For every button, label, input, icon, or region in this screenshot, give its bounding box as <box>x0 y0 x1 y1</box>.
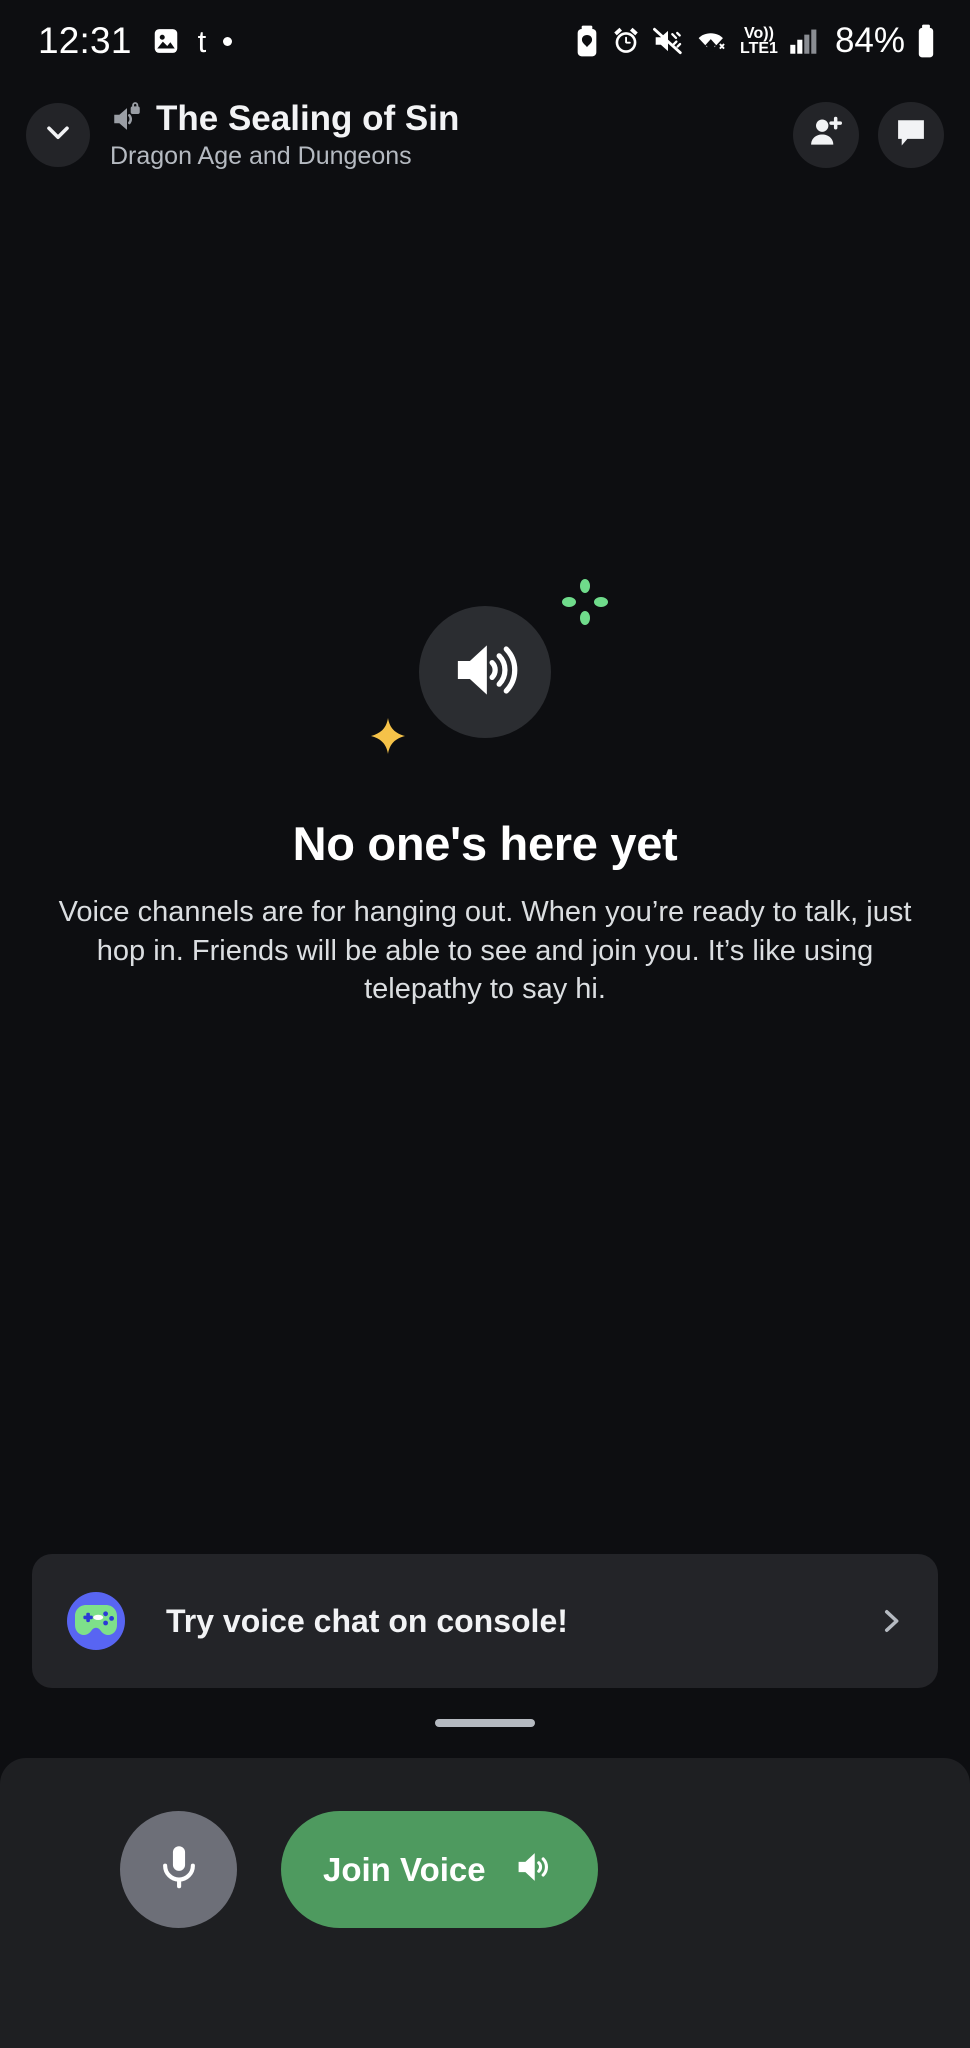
invite-members-button[interactable] <box>793 101 859 168</box>
join-voice-label: Join Voice <box>323 1850 486 1888</box>
microphone-icon <box>153 1841 205 1898</box>
status-bar-clock: 12:31 <box>38 20 132 61</box>
empty-state-title: No one's here yet <box>292 817 678 870</box>
chevron-down-icon <box>40 114 76 155</box>
signal-bars-icon <box>789 27 817 55</box>
vibrate-mute-icon <box>652 26 684 56</box>
empty-state-hero <box>355 572 615 772</box>
page-title: The Sealing of Sin <box>156 98 460 138</box>
battery-icon <box>916 24 936 58</box>
console-gamepad-icon <box>60 1585 132 1657</box>
channel-title-block: The Sealing of Sin Dragon Age and Dungeo… <box>110 99 793 171</box>
empty-state-main: No one's here yet Voice channels are for… <box>0 187 970 1758</box>
console-promo-wrap: Try voice chat on console! <box>0 1554 970 1688</box>
battery-percent-label: 84% <box>834 21 905 60</box>
dot-icon <box>223 36 233 46</box>
wifi-icon <box>695 26 729 56</box>
discord-voice-channel-screen: 12:31 t Vo)) LTE1 84% The Sealing of Sin… <box>0 0 970 2048</box>
voice-hero-circle <box>419 606 551 738</box>
collapse-channel-button[interactable] <box>26 102 90 167</box>
speaker-icon <box>448 633 522 712</box>
voice-action-bar: Join Voice <box>0 1758 970 2048</box>
status-bar-system-icons: Vo)) LTE1 84% <box>574 21 936 61</box>
chat-bubble-icon <box>893 114 929 155</box>
server-name-label: Dragon Age and Dungeons <box>110 141 412 170</box>
volte-icon: Vo)) LTE1 <box>740 24 778 57</box>
speaker-icon <box>512 1845 556 1894</box>
four-point-star-icon <box>369 717 407 760</box>
sheet-drag-handle-row[interactable] <box>435 1688 535 1758</box>
channel-header: The Sealing of Sin Dragon Age and Dungeo… <box>0 82 970 187</box>
alarm-icon <box>611 26 641 56</box>
header-actions <box>793 101 944 168</box>
voice-channel-locked-icon <box>110 101 144 136</box>
chevron-right-icon <box>874 1604 908 1638</box>
voice-action-buttons: Join Voice <box>0 1811 598 1928</box>
tumblr-icon: t <box>197 23 207 59</box>
status-bar-notification-icons: t <box>151 26 233 57</box>
empty-state-description: Voice channels are for hanging out. When… <box>58 896 912 1006</box>
try-voice-chat-on-console-card[interactable]: Try voice chat on console! <box>32 1554 938 1688</box>
image-icon <box>151 26 181 56</box>
status-bar: 12:31 t Vo)) LTE1 84% <box>0 0 970 82</box>
drag-handle[interactable] <box>435 1719 535 1727</box>
join-voice-button[interactable]: Join Voice <box>281 1811 598 1928</box>
open-chat-button[interactable] <box>878 101 944 168</box>
sparkle-dots-icon <box>561 578 609 631</box>
channel-title-row: The Sealing of Sin <box>110 99 793 139</box>
battery-saver-icon <box>574 25 600 57</box>
person-add-icon <box>807 113 845 156</box>
mute-toggle-button[interactable] <box>120 1811 237 1928</box>
console-promo-label: Try voice chat on console! <box>166 1602 568 1639</box>
